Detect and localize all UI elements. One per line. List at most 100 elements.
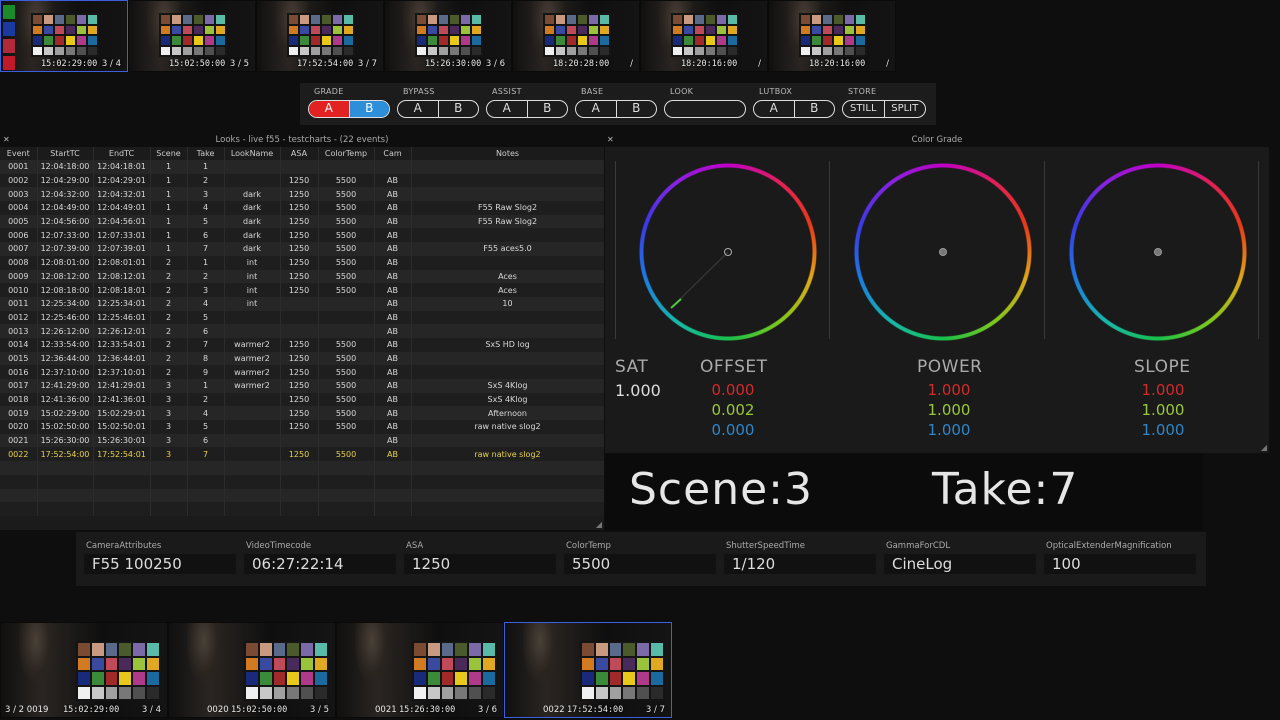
- table-cell: AB: [374, 283, 412, 297]
- table-cell: [280, 433, 319, 448]
- table-row[interactable]: 0007 12:07:39:00 12:07:39:01 1 7 dark 1250 5500…: [0, 242, 604, 256]
- attr-asa-field[interactable]: 1250: [404, 554, 556, 574]
- attr-key: ColorTemp: [566, 541, 611, 551]
- column-header[interactable]: Cam: [374, 147, 412, 160]
- table-row[interactable]: 0018 12:41:36:00 12:41:36:01 3 2 1250 5500 AB Sx…: [0, 392, 604, 407]
- table-row[interactable]: 0010 12:08:18:00 12:08:18:01 2 3 int 1250 5500 A…: [0, 283, 604, 297]
- attr-colortemp-field[interactable]: 5500: [564, 554, 716, 574]
- base-b-button[interactable]: B: [615, 101, 657, 117]
- column-header[interactable]: Take: [187, 147, 225, 160]
- table-row[interactable]: 0002 12:04:29:00 12:04:29:01 1 2 1250 5500 AB: [0, 173, 604, 188]
- offset-b-value[interactable]: 0.000: [693, 421, 773, 439]
- assist-b-button[interactable]: B: [526, 101, 568, 117]
- clip-thumbnail[interactable]: 0021 15:26:30:00 3 / 6: [336, 622, 504, 718]
- table-row[interactable]: 0012 12:25:46:00 12:25:46:01 2 5 AB: [0, 310, 604, 325]
- table-row[interactable]: 0021 15:26:30:00 15:26:30:01 3 6 AB: [0, 433, 604, 448]
- lutbox-b-button[interactable]: B: [793, 101, 835, 117]
- clip-thumbnail[interactable]: 18:20:16:00 /: [640, 0, 768, 72]
- attr-key: CameraAttributes: [86, 541, 162, 551]
- attr-shutter-field[interactable]: 1/120: [724, 554, 876, 574]
- bypass-ab-toggle[interactable]: A B: [397, 100, 479, 118]
- slope-g-value[interactable]: 1.000: [1123, 401, 1203, 419]
- assist-ab-toggle[interactable]: A B: [486, 100, 568, 118]
- clip-thumbnail[interactable]: 15:26:30:00 3 / 6: [384, 0, 512, 72]
- column-header[interactable]: StartTC: [37, 147, 94, 160]
- table-row[interactable]: 0003 12:04:32:00 12:04:32:01 1 3 dark 1250 5500…: [0, 187, 604, 202]
- store-split-button[interactable]: SPLIT: [883, 101, 926, 117]
- table-cell: 2: [187, 173, 225, 188]
- table-cell: [224, 420, 281, 434]
- table-row[interactable]: 0008 12:08:01:00 12:08:01:01 2 1 int 1250 5500 A…: [0, 255, 604, 270]
- clip-thumbnail[interactable]: 15:02:29:00 3 / 4: [0, 0, 128, 72]
- table-row[interactable]: 0006 12:07:33:00 12:07:33:01 1 6 dark 1250 5500…: [0, 228, 604, 243]
- table-row[interactable]: 0015 12:36:44:00 12:36:44:01 2 8 warmer2 1250 5…: [0, 351, 604, 366]
- table-row[interactable]: 0004 12:04:49:00 12:04:49:01 1 4 dark 1250 5500…: [0, 201, 604, 215]
- table-row[interactable]: 0016 12:37:10:00 12:37:10:01 2 9 warmer2 1250 5…: [0, 365, 604, 379]
- attr-camera-field[interactable]: F55 100250: [84, 554, 236, 574]
- look-selector[interactable]: [664, 100, 746, 118]
- attr-timecode-field[interactable]: 06:27:22:14: [244, 554, 396, 574]
- clip-thumbnail[interactable]: 15:02:50:00 3 / 5: [128, 0, 256, 72]
- table-row[interactable]: 0009 12:08:12:00 12:08:12:01 2 2 int 1250 5500 A…: [0, 269, 604, 284]
- color-chart-image: [287, 13, 355, 57]
- store-toggle[interactable]: STILL SPLIT: [842, 100, 926, 118]
- slope-b-value[interactable]: 1.000: [1123, 421, 1203, 439]
- grade-ab-toggle[interactable]: A B: [308, 100, 390, 118]
- table-cell: [411, 310, 604, 325]
- resize-grip-icon[interactable]: ◢: [596, 520, 602, 529]
- offset-crosshair-icon[interactable]: [724, 248, 732, 256]
- table-row[interactable]: 0022 17:52:54:00 17:52:54:01 3 7 1250 5500 AB ra…: [0, 447, 604, 462]
- column-header[interactable]: ASA: [280, 147, 319, 160]
- slope-crosshair-icon[interactable]: [1154, 248, 1162, 256]
- clip-thumbnail[interactable]: 0022 17:52:54:00 3 / 7: [504, 622, 672, 718]
- clip-thumbnail[interactable]: 18:20:28:00 /: [512, 0, 640, 72]
- store-still-button[interactable]: STILL: [843, 101, 884, 117]
- power-g-value[interactable]: 1.000: [909, 401, 989, 419]
- table-row[interactable]: 0001 12:04:18:00 12:04:18:01 1 1: [0, 160, 604, 174]
- attr-extender-field[interactable]: 100: [1044, 554, 1196, 574]
- table-row[interactable]: 0013 12:26:12:00 12:26:12:01 2 6 AB: [0, 324, 604, 338]
- table-row[interactable]: 0005 12:04:56:00 12:04:56:01 1 5 dark 1250 5500…: [0, 214, 604, 229]
- slope-wheel[interactable]: [1067, 161, 1249, 343]
- table-row[interactable]: 0017 12:41:29:00 12:41:29:01 3 1 warmer2 1250 5…: [0, 379, 604, 393]
- grade-b-button[interactable]: B: [348, 101, 389, 117]
- column-header[interactable]: Scene: [150, 147, 188, 160]
- power-crosshair-icon[interactable]: [939, 248, 947, 256]
- clip-thumbnail[interactable]: 18:20:16:00 /: [768, 0, 896, 72]
- offset-r-value[interactable]: 0.000: [693, 381, 773, 399]
- table-cell: [0, 461, 38, 475]
- lutbox-ab-toggle[interactable]: A B: [753, 100, 835, 118]
- clip-thumbnail[interactable]: 3 / 2 0019 15:02:29:00 3 / 4: [0, 622, 168, 718]
- clip-thumbnail[interactable]: 0020 15:02:50:00 3 / 5: [168, 622, 336, 718]
- table-row[interactable]: 0014 12:33:54:00 12:33:54:01 2 7 warmer2 1250 5…: [0, 337, 604, 352]
- table-row[interactable]: 0019 15:02:29:00 15:02:29:01 3 4 1250 5500 AB Af…: [0, 406, 604, 421]
- grade-a-button[interactable]: A: [309, 101, 349, 117]
- offset-wheel[interactable]: [637, 161, 819, 343]
- lutbox-a-button[interactable]: A: [754, 101, 794, 117]
- power-b-value[interactable]: 1.000: [909, 421, 989, 439]
- column-header[interactable]: ColorTemp: [318, 147, 375, 160]
- power-r-value[interactable]: 1.000: [909, 381, 989, 399]
- attr-gamma-field[interactable]: CineLog: [884, 554, 1036, 574]
- table-cell: 3: [187, 283, 225, 297]
- base-ab-toggle[interactable]: A B: [575, 100, 657, 118]
- column-header[interactable]: LookName: [224, 147, 281, 160]
- column-header[interactable]: Event: [0, 147, 38, 160]
- table-cell: [224, 502, 281, 516]
- power-wheel[interactable]: [852, 161, 1034, 343]
- table-row[interactable]: 0020 15:02:50:00 15:02:50:01 3 5 1250 5500 AB ra…: [0, 420, 604, 434]
- table-cell: AB: [374, 433, 412, 448]
- bypass-a-button[interactable]: A: [398, 101, 438, 117]
- base-a-button[interactable]: A: [576, 101, 616, 117]
- assist-a-button[interactable]: A: [487, 101, 527, 117]
- offset-g-value[interactable]: 0.002: [693, 401, 773, 419]
- table-row[interactable]: 0011 12:25:34:00 12:25:34:01 2 4 int AB 10: [0, 296, 604, 311]
- clip-thumbnail[interactable]: 17:52:54:00 3 / 7: [256, 0, 384, 72]
- column-header[interactable]: Notes: [411, 147, 604, 160]
- table-cell: [224, 392, 281, 407]
- resize-grip-icon[interactable]: ◢: [1261, 443, 1267, 452]
- bypass-b-button[interactable]: B: [437, 101, 479, 117]
- slope-r-value[interactable]: 1.000: [1123, 381, 1203, 399]
- column-header[interactable]: EndTC: [93, 147, 151, 160]
- sat-value[interactable]: 1.000: [615, 381, 661, 400]
